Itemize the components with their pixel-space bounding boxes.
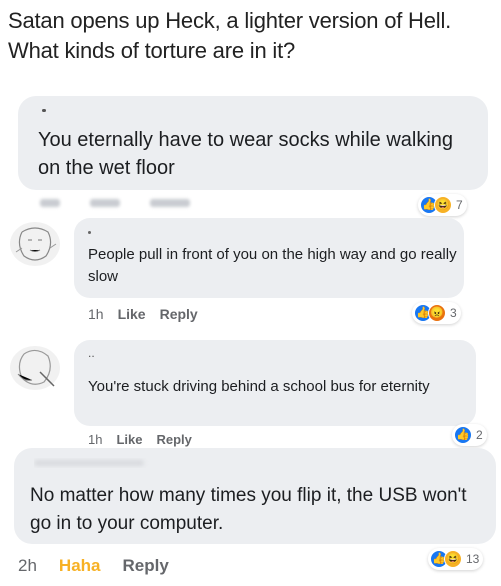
reaction-summary-2[interactable]: 👍 😠 3 xyxy=(412,302,461,324)
comment-bubble-3: .. You're stuck driving behind a school … xyxy=(74,340,476,426)
comment-time-3[interactable]: 1h xyxy=(88,432,102,447)
comment-actions-1[interactable] xyxy=(40,199,200,209)
comment-bubble-1: You eternally have to wear socks while w… xyxy=(18,96,488,190)
comment-author-2[interactable] xyxy=(88,226,98,236)
comment-text-1: You eternally have to wear socks while w… xyxy=(38,129,454,179)
comment-text-4: No matter how many times you flip it, th… xyxy=(30,485,467,534)
haha-icon: 😆 xyxy=(434,196,452,214)
reaction-count-4: 13 xyxy=(466,552,480,566)
comment-bubble-4: No matter how many times you flip it, th… xyxy=(14,448,496,544)
reply-button-3[interactable]: Reply xyxy=(156,432,191,447)
comment-actions-2: 1h Like Reply xyxy=(88,306,198,322)
comment-time-2[interactable]: 1h xyxy=(88,306,104,322)
reaction-summary-4[interactable]: 👍 😆 13 xyxy=(428,548,484,570)
haha-action-button-4[interactable]: Haha xyxy=(59,556,101,576)
post-title: Satan opens up Heck, a lighter version o… xyxy=(8,8,452,63)
like-button-2[interactable]: Like xyxy=(118,306,146,322)
like-icon: 👍 xyxy=(454,426,472,444)
haha-icon: 😆 xyxy=(444,550,462,568)
reply-button-4[interactable]: Reply xyxy=(123,556,169,576)
avatar-2[interactable] xyxy=(10,222,60,266)
reaction-count-1: 7 xyxy=(456,198,463,212)
angry-icon: 😠 xyxy=(428,304,446,322)
comment-actions-4: 2h Haha Reply xyxy=(18,556,169,576)
comment-bubble-2: People pull in front of you on the high … xyxy=(74,218,464,298)
reaction-summary-1[interactable]: 👍 😆 7 xyxy=(418,194,467,216)
comment-text-2: People pull in front of you on the high … xyxy=(88,246,457,285)
comment-author-1[interactable] xyxy=(42,104,50,114)
comment-text-3: You're stuck driving behind a school bus… xyxy=(88,378,430,395)
avatar-sketch-icon xyxy=(15,227,57,261)
comment-author-4[interactable] xyxy=(34,458,154,468)
avatar-sketch-icon xyxy=(17,349,55,387)
like-button-3[interactable]: Like xyxy=(116,432,142,447)
comment-author-3[interactable]: .. xyxy=(88,348,108,358)
comment-time-4[interactable]: 2h xyxy=(18,556,37,576)
avatar-3[interactable] xyxy=(10,346,60,390)
reaction-count-3: 2 xyxy=(476,428,483,442)
comment-actions-3: 1h Like Reply xyxy=(88,432,192,447)
reply-button-2[interactable]: Reply xyxy=(160,306,198,322)
reaction-count-2: 3 xyxy=(450,306,457,320)
reaction-summary-3[interactable]: 👍 2 xyxy=(452,424,487,446)
